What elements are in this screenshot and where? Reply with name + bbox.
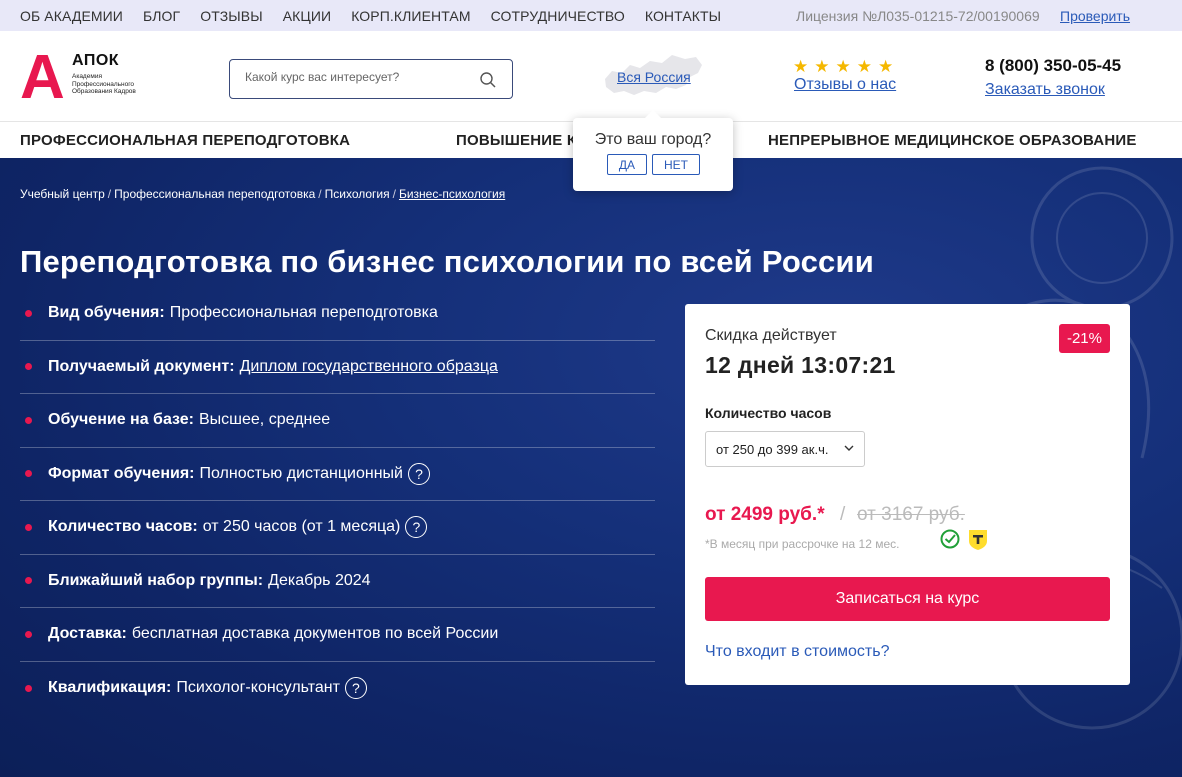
price-separator: / (840, 504, 846, 525)
logo[interactable]: А АПОК Академия Профессионального Образо… (20, 43, 150, 112)
hours-selected-value: от 250 до 399 ак.ч. (716, 441, 829, 457)
help-icon[interactable]: ? (408, 462, 430, 485)
sber-icon (940, 529, 960, 549)
city-no-button[interactable]: НЕТ (652, 154, 700, 175)
star-icon: ★ (835, 57, 851, 76)
category-professional-retraining[interactable]: ПРОФЕССИОНАЛЬНАЯ ПЕРЕПОДГОТОВКА (20, 122, 350, 159)
current-price: от 2499 руб.* (705, 504, 825, 525)
top-nav-partnership[interactable]: СОТРУДНИЧЕСТВО (491, 8, 625, 24)
search-box[interactable] (229, 59, 513, 99)
reviews-link[interactable]: Отзывы о нас (794, 76, 896, 94)
phone-number[interactable]: 8 (800) 350-05-45 (985, 56, 1121, 76)
bullet-icon (25, 523, 32, 531)
discount-label: Скидка действует (705, 327, 837, 344)
city-question: Это ваш город? (594, 131, 712, 148)
region-selector[interactable]: Вся Россия (600, 51, 705, 101)
city-confirm-popup: Это ваш город? ДА НЕТ (573, 110, 733, 191)
bullet-icon (25, 416, 32, 424)
enroll-button[interactable]: Записаться на курс (705, 577, 1110, 621)
search-input[interactable] (245, 70, 475, 84)
discount-timer: 12 дней 13:07:21 (705, 352, 896, 378)
price-card: Скидка действует 12 дней 13:07:21 -21% К… (685, 304, 1130, 685)
page-title: Переподготовка по бизнес психологии по в… (20, 244, 874, 279)
top-nav-blog[interactable]: БЛОГ (143, 8, 180, 24)
feature-item: Ближайший набор группы: Декабрь 2024 (20, 555, 655, 608)
star-icon: ★ (856, 57, 872, 76)
logo-name: АПОК (72, 52, 120, 69)
bullet-icon (25, 470, 32, 478)
logo-letter: А (20, 43, 65, 112)
hours-select[interactable]: от 250 до 399 ак.ч. (705, 431, 865, 467)
help-icon[interactable]: ? (344, 677, 367, 700)
discount-badge: -21% (1058, 324, 1110, 353)
top-nav-contacts[interactable]: КОНТАКТЫ (645, 8, 721, 24)
bullet-icon (25, 630, 32, 638)
bullet-icon (25, 577, 32, 585)
breadcrumb-item[interactable]: Психология (325, 187, 390, 201)
bullet-icon (25, 309, 32, 317)
breadcrumb-current[interactable]: Бизнес-психология (399, 187, 505, 201)
installment-note: *В месяц при рассрочке на 12 мес. (705, 537, 900, 551)
bullet-icon (25, 363, 32, 371)
whats-included-link[interactable]: Что входит в стоимость? (705, 643, 889, 661)
old-price: от 3167 руб. (857, 504, 965, 525)
search-icon[interactable] (480, 72, 496, 88)
feature-item: Получаемый документ: Диплом государствен… (20, 341, 655, 394)
top-nav: ОБ АКАДЕМИИ БЛОГ ОТЗЫВЫ АКЦИИ КОРП.КЛИЕН… (0, 8, 741, 24)
tinkoff-icon (969, 530, 987, 550)
verify-license-link[interactable]: Проверить (1060, 0, 1130, 31)
course-features: Вид обучения: Профессиональная переподго… (20, 287, 655, 715)
help-icon[interactable]: ? (405, 516, 428, 539)
top-nav-promotions[interactable]: АКЦИИ (283, 8, 331, 24)
breadcrumb-item[interactable]: Профессиональная переподготовка (114, 187, 315, 201)
rating-stars: ★ ★ ★ ★ ★ (793, 58, 893, 75)
diploma-link[interactable]: Диплом государственного образца (240, 358, 498, 376)
bank-icons (940, 529, 988, 551)
feature-item: Доставка: бесплатная доставка документов… (20, 608, 655, 662)
license-text: Лицензия №Л035-01215-72/00190069 (796, 7, 1040, 24)
breadcrumb-item[interactable]: Учебный центр (20, 187, 105, 201)
category-medical-education[interactable]: НЕПРЕРЫВНОЕ МЕДИЦИНСКОЕ ОБРАЗОВАНИЕ (768, 122, 1137, 159)
region-link[interactable]: Вся Россия (617, 69, 691, 85)
top-nav-corporate[interactable]: КОРП.КЛИЕНТАМ (351, 8, 470, 24)
callback-link[interactable]: Заказать звонок (985, 81, 1105, 99)
hours-label: Количество часов (705, 405, 832, 421)
city-yes-button[interactable]: ДА (607, 154, 647, 175)
top-nav-reviews[interactable]: ОТЗЫВЫ (200, 8, 262, 24)
hero-section: Учебный центр / Профессиональная переподго… (0, 158, 1182, 777)
top-bar: ОБ АКАДЕМИИ БЛОГ ОТЗЫВЫ АКЦИИ КОРП.КЛИЕН… (0, 0, 1182, 31)
feature-item: Обучение на базе: Высшее, среднее (20, 394, 655, 448)
feature-item: Количество часов: от 250 часов (от 1 мес… (20, 501, 655, 555)
feature-item: Квалификация: Психолог-консультант ? (20, 662, 655, 716)
category-qualification-upgrade[interactable]: ПОВЫШЕНИЕ К (456, 122, 576, 159)
feature-item: Формат обучения: Полностью дистанционный… (20, 448, 655, 501)
feature-item: Вид обучения: Профессиональная переподго… (20, 287, 655, 341)
star-icon: ★ (878, 57, 894, 76)
logo-subtitle: Академия Профессионального Образования К… (72, 73, 136, 95)
bullet-icon (25, 684, 32, 692)
header: А АПОК Академия Профессионального Образо… (0, 31, 1182, 121)
breadcrumb: Учебный центр / Профессиональная переподго… (20, 187, 506, 201)
star-icon: ★ (793, 57, 809, 76)
chevron-down-icon (844, 445, 854, 451)
star-icon: ★ (814, 57, 830, 76)
top-nav-about[interactable]: ОБ АКАДЕМИИ (20, 8, 123, 24)
